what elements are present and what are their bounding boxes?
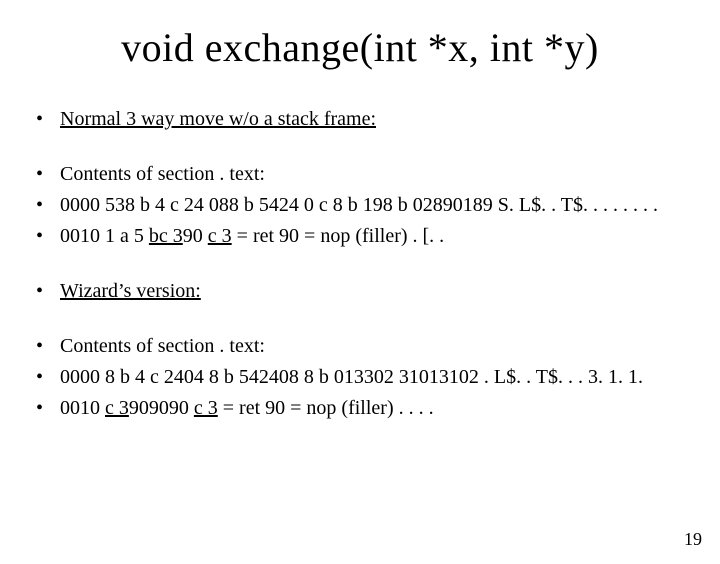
slide: void exchange(int *x, int *y) •Normal 3 … [0, 24, 720, 564]
bullet-icon: • [36, 334, 60, 359]
bullet-text: Wizard’s version: [60, 279, 684, 304]
bullet-icon: • [36, 107, 60, 132]
bullet-group: •Wizard’s version: [36, 279, 684, 304]
bullet-group: •Contents of section . text:•0000 8 b 4 … [36, 334, 684, 421]
bullet-icon: • [36, 396, 60, 421]
bullet-line: •0010 c 3909090 c 3 = ret 90 = nop (fill… [36, 396, 684, 421]
bullet-text: Contents of section . text: [60, 162, 684, 187]
bullet-icon: • [36, 224, 60, 249]
bullet-line: •0000 538 b 4 c 24 088 b 5424 0 c 8 b 19… [36, 193, 684, 218]
bullet-icon: • [36, 279, 60, 304]
slide-body: •Normal 3 way move w/o a stack frame:•Co… [0, 107, 720, 421]
bullet-line: •Contents of section . text: [36, 334, 684, 359]
bullet-line: •Normal 3 way move w/o a stack frame: [36, 107, 684, 132]
bullet-icon: • [36, 162, 60, 187]
bullet-line: •0010 1 a 5 bc 390 c 3 = ret 90 = nop (f… [36, 224, 684, 249]
bullet-text: Normal 3 way move w/o a stack frame: [60, 107, 684, 132]
bullet-text: 0000 8 b 4 c 2404 8 b 542408 8 b 013302 … [60, 365, 684, 390]
slide-title: void exchange(int *x, int *y) [0, 24, 720, 71]
bullet-group: •Normal 3 way move w/o a stack frame: [36, 107, 684, 132]
bullet-line: •Contents of section . text: [36, 162, 684, 187]
bullet-line: •0000 8 b 4 c 2404 8 b 542408 8 b 013302… [36, 365, 684, 390]
bullet-text: 0010 1 a 5 bc 390 c 3 = ret 90 = nop (fi… [60, 224, 684, 249]
bullet-text: 0010 c 3909090 c 3 = ret 90 = nop (fille… [60, 396, 684, 421]
bullet-line: •Wizard’s version: [36, 279, 684, 304]
bullet-group: •Contents of section . text:•0000 538 b … [36, 162, 684, 249]
bullet-icon: • [36, 365, 60, 390]
bullet-text: Contents of section . text: [60, 334, 684, 359]
bullet-text: 0000 538 b 4 c 24 088 b 5424 0 c 8 b 198… [60, 193, 684, 218]
bullet-icon: • [36, 193, 60, 218]
